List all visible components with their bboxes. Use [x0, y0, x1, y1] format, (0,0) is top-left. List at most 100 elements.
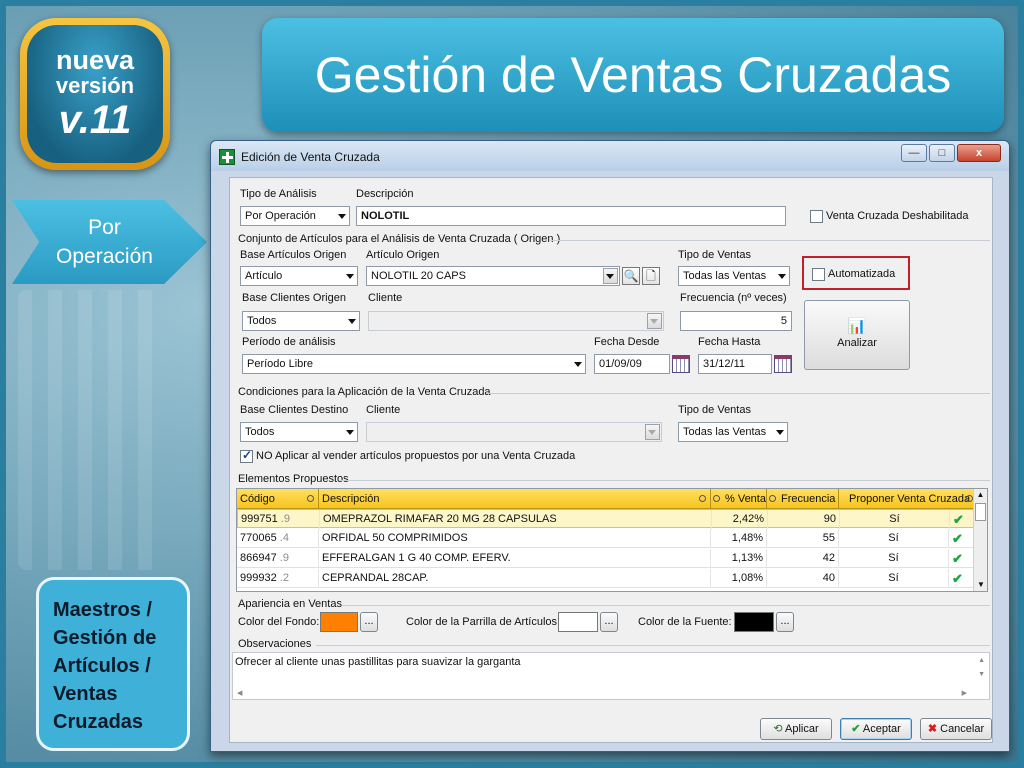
color-fuente-picker-button[interactable]: ...: [776, 612, 794, 632]
observaciones-group-title: Observaciones: [238, 638, 312, 650]
deshabilitada-checkbox[interactable]: [810, 210, 823, 223]
descripcion-label: Descripción: [356, 188, 414, 200]
fecha-hasta-input[interactable]: 31/12/11: [698, 354, 772, 374]
group-divider: [486, 393, 990, 394]
search-icon[interactable]: 🔍: [622, 267, 640, 285]
chevron-down-icon: [346, 430, 354, 435]
deshabilitada-label: Venta Cruzada Deshabilitada: [826, 210, 969, 222]
scroll-down-icon[interactable]: ▼: [974, 580, 987, 589]
color-fondo-picker-button[interactable]: ...: [360, 612, 378, 632]
minimize-button[interactable]: —: [901, 144, 927, 162]
sort-icon[interactable]: [699, 495, 706, 502]
sort-icon[interactable]: [966, 495, 973, 502]
no-aplicar-label: NO Aplicar al vender artículos propuesto…: [256, 450, 576, 462]
table-row[interactable]: 770065 .4 ORFIDAL 50 COMPRIMIDOS 1,48% 5…: [237, 529, 975, 548]
tipo-analisis-value: Por Operación: [245, 210, 316, 222]
sort-icon[interactable]: [307, 495, 314, 502]
cell-pct: 1,48%: [711, 529, 767, 548]
dropdown-button[interactable]: [603, 268, 618, 284]
add-cross-icon: [219, 149, 235, 165]
cell-pct: 1,13%: [711, 549, 767, 568]
cell-proponer: Sí: [839, 549, 949, 568]
table-row[interactable]: 999932 .2 CEPRANDAL 28CAP. 1,08% 40 Sí ✔: [237, 569, 975, 588]
tipo-ventas-select[interactable]: Todas las Ventas: [678, 266, 790, 286]
col-descripcion[interactable]: Descripción: [319, 489, 711, 509]
chevron-down-icon: [650, 319, 658, 324]
group-divider: [550, 240, 990, 241]
tipo-analisis-select[interactable]: Por Operación: [240, 206, 350, 226]
scroll-right-icon[interactable]: ▶: [962, 689, 967, 697]
elementos-group-title: Elementos Propuestos: [238, 473, 349, 485]
group-divider: [340, 480, 990, 481]
calendar-icon[interactable]: [774, 355, 792, 373]
table-scrollbar[interactable]: ▲ ▼: [973, 489, 987, 591]
close-button[interactable]: x: [957, 144, 1001, 162]
analizar-button[interactable]: 📊 Analizar: [804, 300, 910, 370]
color-fondo-swatch[interactable]: [320, 612, 358, 632]
chevron-down-icon: [778, 274, 786, 279]
tipo-ventas-destino-select[interactable]: Todas las Ventas: [678, 422, 788, 442]
scroll-left-icon[interactable]: ◀: [237, 689, 242, 697]
base-articulos-value: Artículo: [245, 270, 283, 282]
automatizada-checkbox[interactable]: [812, 268, 825, 281]
cliente-destino-label: Cliente: [366, 404, 401, 416]
table-header: Código Descripción % Venta Frecuencia Pr…: [237, 489, 975, 509]
frecuencia-input[interactable]: 5: [680, 311, 792, 331]
cell-codigo: 866947 .9: [237, 549, 319, 568]
cell-frecuencia: 55: [767, 529, 839, 548]
table-row[interactable]: 866947 .9 EFFERALGAN 1 G 40 COMP. EFERV.…: [237, 549, 975, 568]
cell-descripcion: CEPRANDAL 28CAP.: [319, 569, 711, 588]
scroll-down-icon[interactable]: ▼: [978, 671, 985, 678]
scroll-up-icon[interactable]: ▲: [974, 489, 987, 501]
color-parrilla-picker-button[interactable]: ...: [600, 612, 618, 632]
fecha-desde-label: Fecha Desde: [594, 336, 660, 348]
tipo-analisis-label: Tipo de Análisis: [240, 188, 317, 200]
fecha-hasta-label: Fecha Hasta: [698, 336, 761, 348]
calendar-icon[interactable]: [672, 355, 690, 373]
base-clientes-select[interactable]: Todos: [242, 311, 360, 331]
cancelar-button[interactable]: ✖ Cancelar: [920, 718, 992, 740]
scroll-thumb[interactable]: [975, 503, 986, 521]
periodo-select[interactable]: Período Libre: [242, 354, 586, 374]
col-proponer[interactable]: Proponer Venta Cruzada: [839, 489, 975, 509]
no-aplicar-checkbox[interactable]: [240, 448, 253, 463]
fecha-desde-input[interactable]: 01/09/09: [594, 354, 670, 374]
logo-inner: nueva versión v.11: [27, 25, 163, 163]
sort-icon[interactable]: [713, 495, 720, 502]
group-divider: [316, 645, 990, 646]
chevron-down-icon: [574, 362, 582, 367]
base-destino-select[interactable]: Todos: [240, 422, 358, 442]
scroll-up-icon[interactable]: ▲: [978, 657, 985, 664]
base-destino-label: Base Clientes Destino: [240, 404, 349, 416]
base-articulos-select[interactable]: Artículo: [240, 266, 358, 286]
chevron-down-icon: [606, 274, 614, 279]
color-parrilla-swatch[interactable]: [558, 612, 598, 632]
articulo-origen-select[interactable]: NOLOTIL 20 CAPS: [366, 266, 620, 286]
logo-line-1: nueva: [55, 45, 135, 75]
code-value: 999932: [240, 572, 277, 584]
periodo-label: Período de análisis: [242, 336, 336, 348]
aplicar-button[interactable]: ⟲ Aplicar: [760, 718, 832, 740]
check-icon: ✔: [949, 549, 975, 568]
cliente-select[interactable]: [368, 311, 664, 331]
descripcion-input[interactable]: NOLOTIL: [356, 206, 786, 226]
cancelar-label: Cancelar: [940, 723, 985, 735]
cell-proponer: Sí: [839, 529, 949, 548]
aceptar-button[interactable]: ✔ Aceptar: [840, 718, 912, 740]
document-icon[interactable]: 🗋: [642, 267, 660, 285]
table-row[interactable]: 999751 .9 OMEPRAZOL RIMAFAR 20 MG 28 CAP…: [237, 509, 976, 529]
window-titlebar[interactable]: Edición de Venta Cruzada — □ x: [211, 141, 1009, 171]
code-value: 866947: [240, 552, 277, 564]
sort-icon[interactable]: [769, 495, 776, 502]
color-fuente-swatch[interactable]: [734, 612, 774, 632]
cell-descripcion: OMEPRAZOL RIMAFAR 20 MG 28 CAPSULAS: [320, 510, 712, 529]
condiciones-group-title: Condiciones para la Aplicación de la Ven…: [238, 386, 491, 398]
check-icon: ✔: [851, 723, 861, 735]
logo-line-2: versión: [55, 73, 135, 98]
maximize-button[interactable]: □: [929, 144, 955, 162]
observaciones-textarea[interactable]: Ofrecer al cliente unas pastillitas para…: [232, 652, 990, 700]
window-controls: — □ x: [901, 144, 1001, 162]
articulo-origen-value: NOLOTIL 20 CAPS: [371, 270, 466, 282]
col-frecuencia[interactable]: Frecuencia: [767, 489, 839, 509]
cliente-destino-select[interactable]: [366, 422, 662, 442]
